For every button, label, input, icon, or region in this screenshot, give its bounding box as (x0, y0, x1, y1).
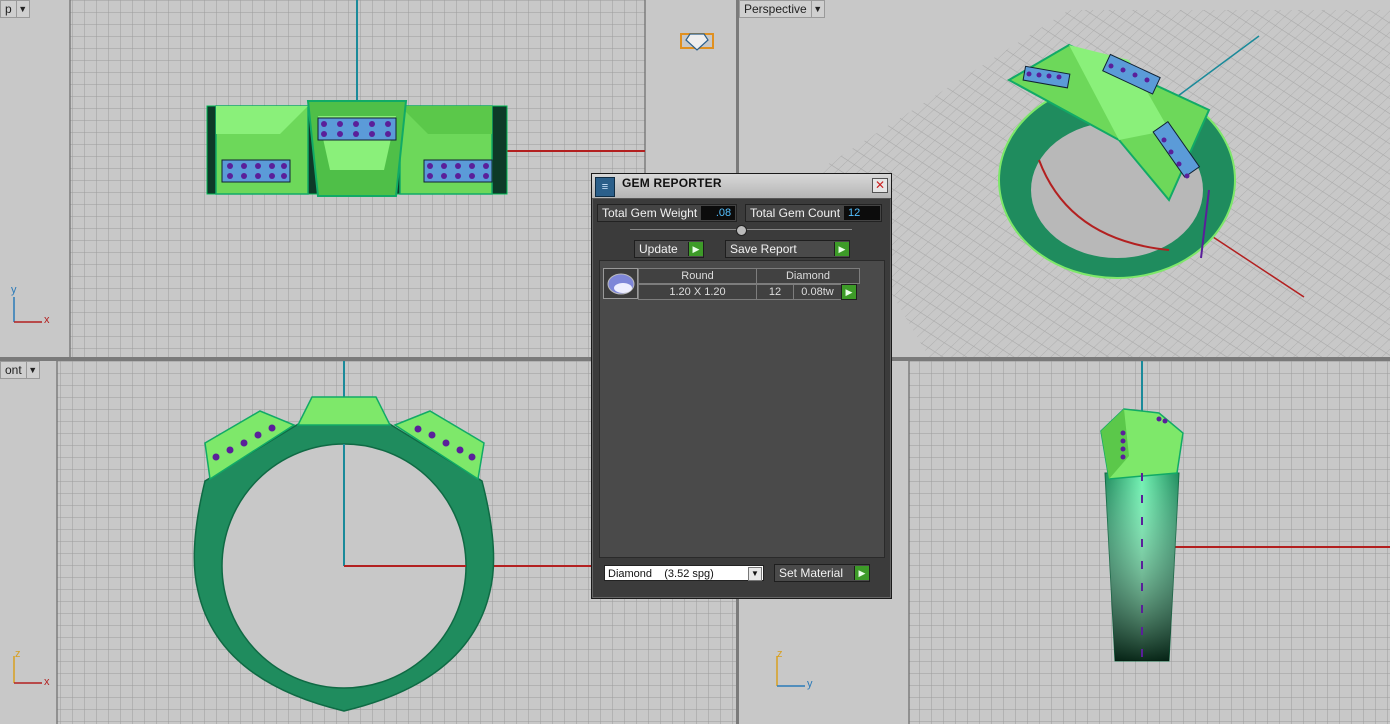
material-controls: Diamond (3.52 spg) ▼ Set Material ▶ (604, 564, 870, 582)
play-icon: ▶ (834, 242, 849, 256)
axis-label-x: x (44, 676, 50, 688)
panel-title: GEM REPORTER (622, 176, 722, 190)
gem-list[interactable]: Round Diamond 1.20 X 1.20 12 0.08tw ▶ (599, 260, 885, 558)
axis-label-z: z (15, 648, 21, 660)
gem-count: 12 (756, 284, 794, 300)
viewport-name: p (0, 0, 16, 18)
total-count-value: 12 (844, 206, 881, 220)
viewport-name: Perspective (739, 0, 811, 18)
gem-weight: 0.08tw (793, 284, 842, 300)
gem-reporter-panel: ≡ GEM REPORTER ✕ Total Gem Weight .08 To… (591, 173, 892, 599)
update-button[interactable]: Update ▶ (634, 240, 704, 258)
save-report-button[interactable]: Save Report ▶ (725, 240, 850, 258)
viewport-perspective-label[interactable]: Perspective ▼ (739, 0, 825, 18)
row-action-button[interactable]: ▶ (841, 284, 857, 300)
play-icon: ▶ (688, 242, 703, 256)
gem-reporter-icon[interactable] (680, 33, 714, 51)
total-count-row: Total Gem Count 12 (745, 204, 883, 222)
total-weight-row: Total Gem Weight .08 (597, 204, 738, 222)
chevron-down-icon[interactable]: ▼ (810, 0, 825, 18)
material-select[interactable]: Diamond (3.52 spg) ▼ (604, 565, 764, 581)
chevron-down-icon[interactable]: ▼ (15, 0, 30, 18)
axis-label-y: y (11, 284, 17, 296)
set-material-label: Set Material (779, 566, 844, 580)
viewport-name: ont (0, 361, 26, 379)
total-weight-label: Total Gem Weight (602, 206, 698, 220)
gem-report-icon: ≡ (595, 177, 615, 197)
close-button[interactable]: ✕ (872, 178, 888, 193)
gem-size: 1.20 X 1.20 (638, 284, 757, 300)
shape-header: Round (638, 268, 757, 284)
chevron-down-icon[interactable]: ▼ (748, 567, 762, 581)
axis-label-z: z (777, 648, 783, 660)
save-report-label: Save Report (730, 242, 797, 256)
total-count-label: Total Gem Count (750, 206, 841, 220)
update-label: Update (639, 242, 678, 256)
ring-right-view (1100, 408, 1184, 662)
splitter-handle[interactable] (736, 225, 747, 236)
ring-top-view (206, 100, 508, 197)
axis-label-y: y (807, 678, 813, 690)
material-select-value: Diamond (3.52 spg) (608, 568, 714, 580)
axis-label-x: x (44, 314, 50, 326)
viewport-top-label[interactable]: p ▼ (0, 0, 30, 18)
round-gem-icon (603, 268, 638, 299)
viewport-front-label[interactable]: ont ▼ (0, 361, 40, 379)
chevron-down-icon[interactable]: ▼ (25, 361, 40, 379)
panel-title-bar[interactable]: ≡ GEM REPORTER ✕ (592, 174, 891, 199)
set-material-button[interactable]: Set Material ▶ (774, 564, 870, 582)
total-weight-value: .08 (701, 206, 736, 220)
material-header: Diamond (756, 268, 860, 284)
play-icon: ▶ (854, 566, 869, 580)
